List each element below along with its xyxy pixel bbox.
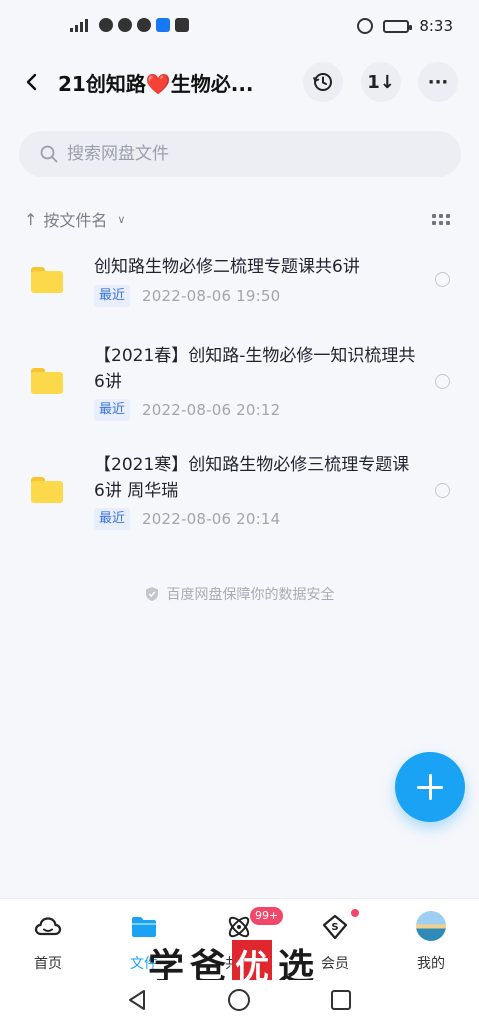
svg-text:S: S [331,922,338,933]
status-icons-right: 8:33 [357,17,453,35]
file-row[interactable]: 【2021春】创知路-生物必修一知识梳理共6讲 最近 2022-08-06 20… [0,342,479,422]
cloud-home-icon [34,917,62,936]
sort-button[interactable]: 1↓ [361,62,401,102]
safety-note-text: 百度网盘保障你的数据安全 [166,587,335,603]
history-button[interactable] [303,62,343,102]
chevron-down-icon: ∨ [117,212,126,226]
avatar [416,911,446,941]
sort-label: 按文件名 [43,211,108,230]
share-badge: 99+ [250,907,284,925]
page-title: 21创知路❤️生物必... [58,72,254,96]
signal-icon [70,18,94,32]
vip-dot [351,909,359,917]
search-input[interactable] [67,139,427,169]
file-meta: 最近 2022-08-06 20:12 [94,399,280,421]
clock: 8:33 [419,17,453,35]
app-notify-icon [156,18,170,32]
system-nav-bar [0,980,479,1024]
file-row[interactable]: 创知路生物必修二梳理专题课共6讲 最近 2022-08-06 19:50 [0,250,479,310]
back-arrow-icon [26,73,37,91]
system-back-button[interactable] [124,986,152,1014]
status-icons-left [70,18,189,32]
grid-icon [432,213,436,218]
recent-badge: 最近 [94,399,131,421]
system-home-button[interactable] [225,986,253,1014]
search-icon [40,145,58,163]
back-button[interactable] [14,64,50,100]
more-button[interactable]: ··· [418,62,458,102]
status-bar: 8:33 [0,0,479,56]
system-recent-button[interactable] [327,986,355,1014]
baidu-netdisk-notify-icon [99,18,113,32]
file-meta: 最近 2022-08-06 20:14 [94,508,280,530]
folder-icon [31,267,63,293]
select-radio[interactable] [435,272,450,287]
sort-dropdown[interactable]: ↑ 按文件名 ∨ [24,206,125,232]
sort-arrow-icon: ↑ [24,209,38,229]
file-name: 【2021春】创知路-生物必修一知识梳理共6讲 [94,346,416,392]
nav-me[interactable]: 我的 [391,909,471,975]
nav-me-label: 我的 [417,956,445,972]
history-icon [313,73,332,91]
qq-notify-icon [118,18,132,32]
search-bar[interactable] [19,131,461,177]
screen: 8:33 21创知路❤️生物必... 1↓ ··· ↑ [0,0,479,1024]
file-date: 2022-08-06 19:50 [142,287,281,305]
vip-diamond-icon: S [322,914,348,940]
shield-icon [145,587,158,601]
file-date: 2022-08-06 20:14 [142,510,281,528]
sort-icon: 1↓ [367,71,395,93]
nav-home-label: 首页 [34,956,62,972]
file-date: 2022-08-06 20:12 [142,401,281,419]
select-radio[interactable] [435,483,450,498]
file-row[interactable]: 【2021寒】创知路生物必修三梳理专题课 6讲 周华瑞 最近 2022-08-0… [0,451,479,531]
file-name: 【2021寒】创知路生物必修三梳理专题课 6讲 周华瑞 [94,455,410,501]
grid-view-toggle[interactable] [432,211,452,227]
recent-badge: 最近 [94,285,131,307]
alarm-icon [357,18,374,34]
folder-icon [31,368,63,394]
share-atom-icon [228,916,250,938]
robot-notify-icon [175,18,189,32]
chat-notify-icon [137,18,151,32]
add-button[interactable] [395,752,465,822]
battery-icon [383,19,413,33]
folder-icon [132,917,156,937]
file-name: 创知路生物必修二梳理专题课共6讲 [94,257,360,277]
header: 21创知路❤️生物必... 1↓ ··· [0,56,479,108]
more-icon: ··· [427,71,449,93]
nav-home[interactable]: 首页 [8,909,88,975]
select-radio[interactable] [435,374,450,389]
safety-note: 百度网盘保障你的数据安全 [0,584,479,604]
recent-badge: 最近 [94,508,131,530]
folder-icon [31,477,63,503]
file-meta: 最近 2022-08-06 19:50 [94,285,280,307]
